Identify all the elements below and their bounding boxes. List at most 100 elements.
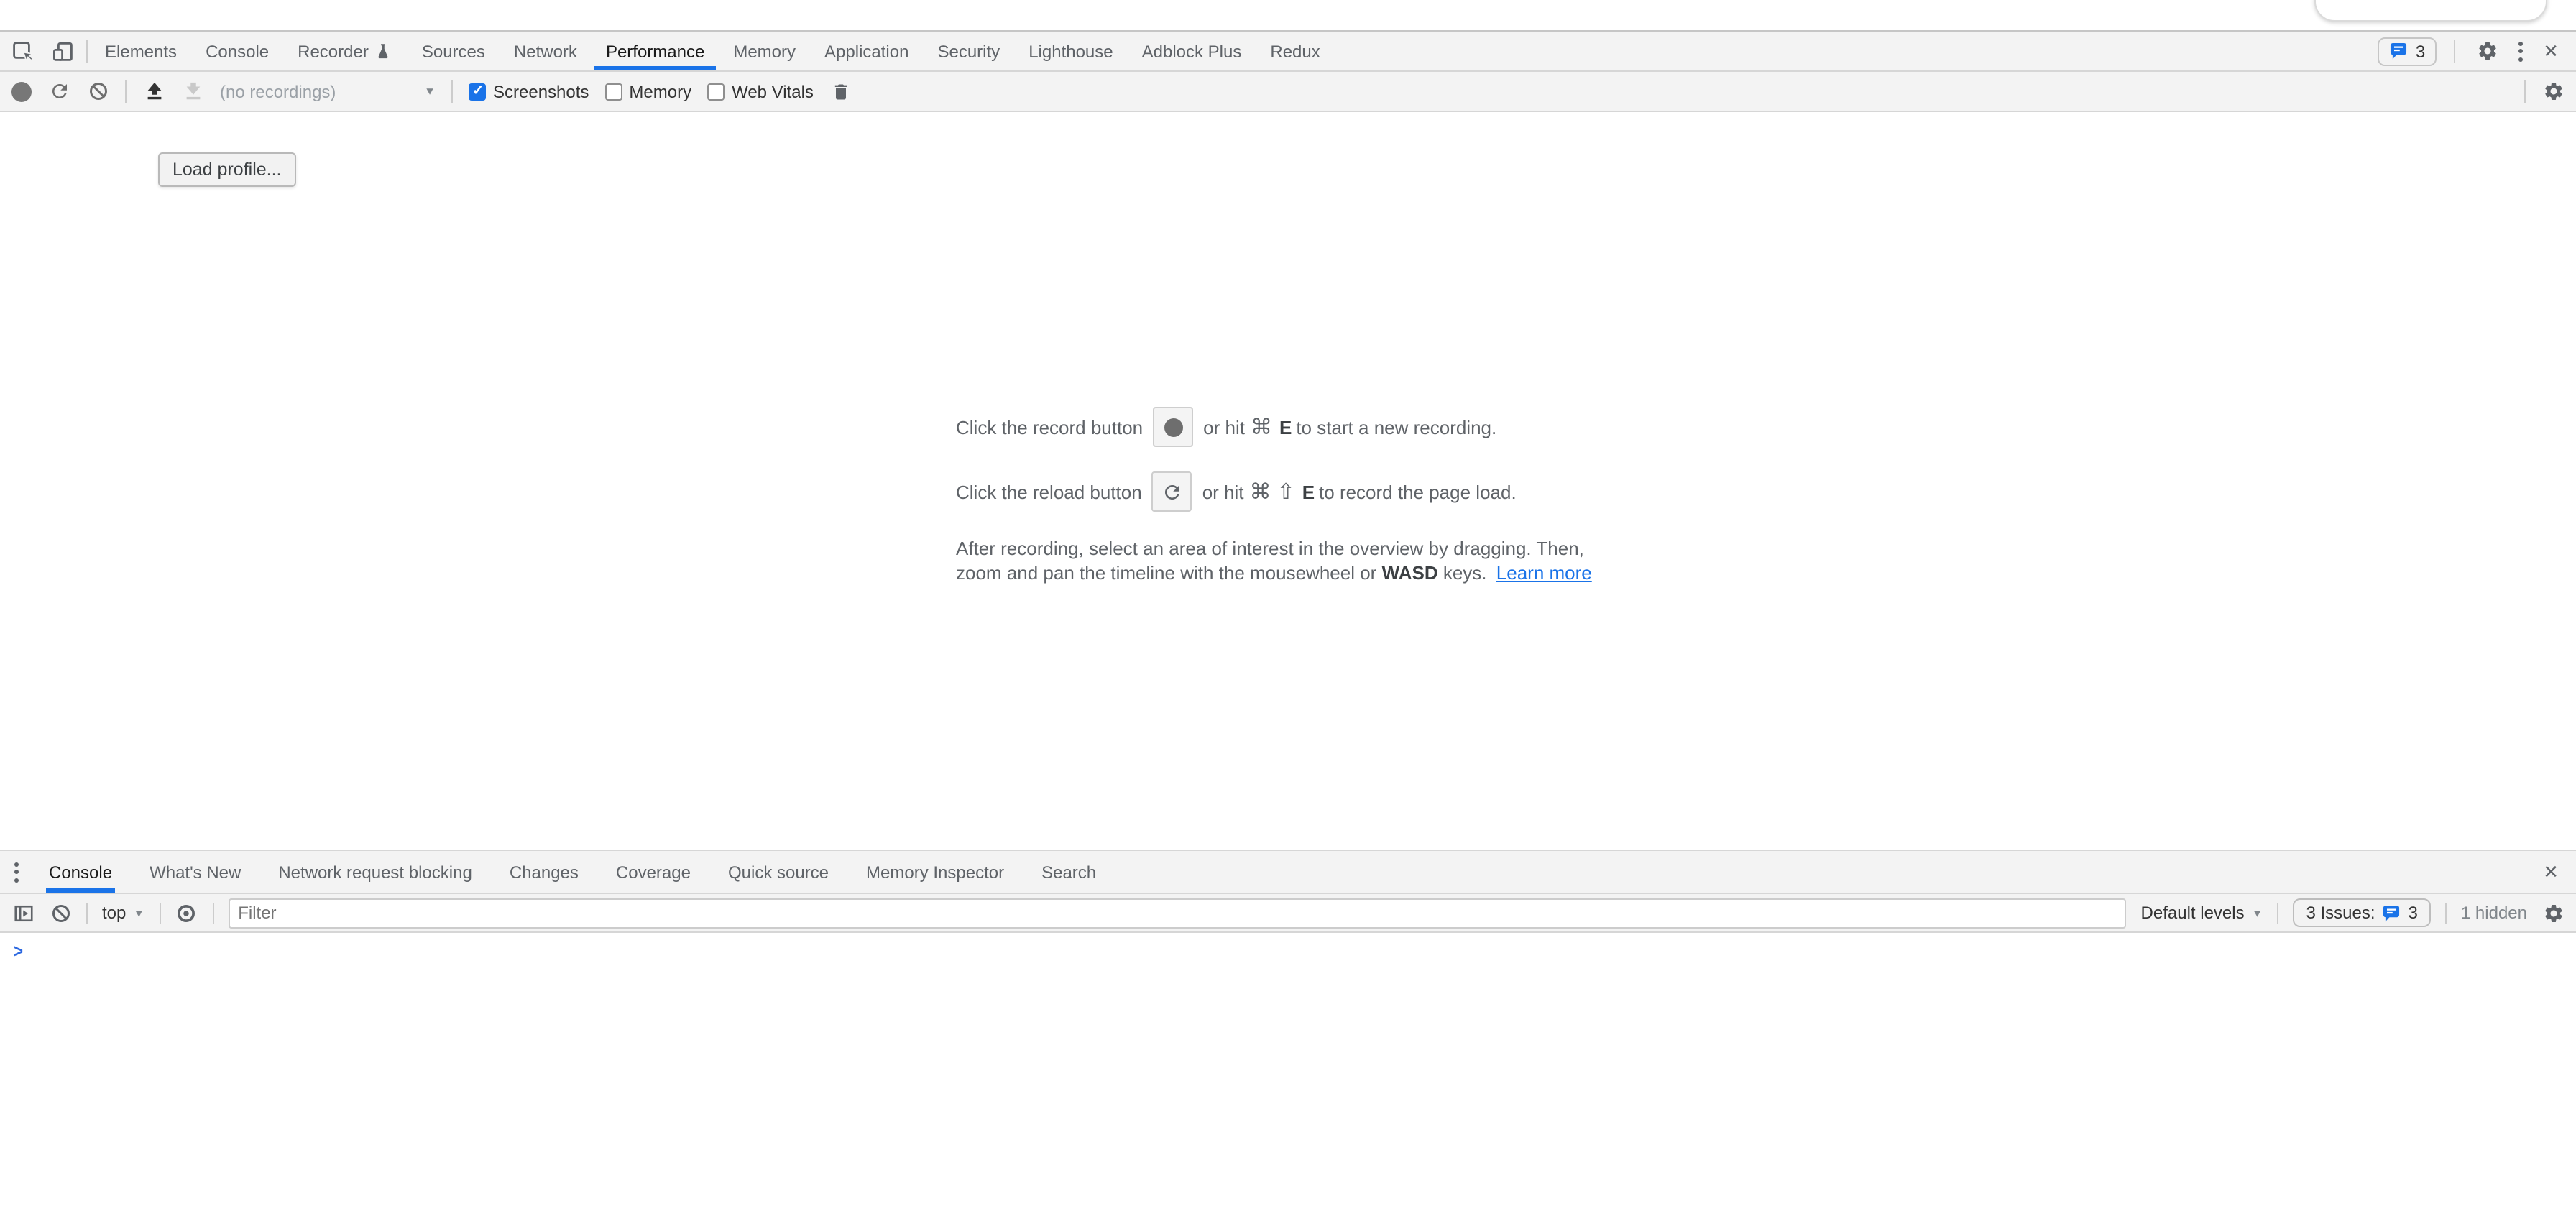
record-dot-icon — [1164, 418, 1182, 436]
console-filter-input[interactable] — [228, 898, 2126, 928]
learn-more-link[interactable]: Learn more — [1496, 562, 1592, 584]
drawer-tab-memory-inspector[interactable]: Memory Inspector — [847, 851, 1023, 893]
performance-toolbar: (no recordings) ▼ Screenshots Memory Web… — [0, 72, 2576, 112]
hidden-messages-count: 1 hidden — [2461, 903, 2527, 923]
device-toolbar-button[interactable] — [49, 37, 78, 65]
divider — [86, 40, 88, 63]
tab-label: Elements — [105, 41, 177, 61]
tab-lighthouse[interactable]: Lighthouse — [1014, 32, 1127, 70]
screenshots-checkbox[interactable] — [469, 83, 486, 100]
memory-checkbox[interactable] — [604, 83, 622, 100]
clear-recording-button[interactable] — [86, 80, 109, 103]
tab-label: Recorder — [298, 41, 369, 61]
instruction-text: to record the page load. — [1319, 481, 1517, 502]
tab-security[interactable]: Security — [923, 32, 1014, 70]
tab-label: Performance — [606, 41, 704, 61]
issues-button[interactable]: 3 Issues: 3 — [2293, 898, 2430, 927]
more-options-menu-button[interactable] — [2516, 41, 2526, 61]
record-button[interactable] — [12, 81, 32, 101]
drawer-tab-network-request-blocking[interactable]: Network request blocking — [259, 851, 490, 893]
tab-recorder[interactable]: Recorder — [283, 32, 408, 70]
live-expression-eye-button[interactable] — [175, 901, 198, 924]
close-drawer-button[interactable]: ✕ — [2540, 862, 2576, 881]
memory-checkbox-label: Memory — [629, 81, 691, 101]
drawer-tab-coverage[interactable]: Coverage — [597, 851, 709, 893]
drawer-tab-whats-new[interactable]: What's New — [131, 851, 259, 893]
tab-console[interactable]: Console — [191, 32, 283, 70]
help-text: After recording, select an area of inter… — [956, 538, 1584, 584]
tab-redux[interactable]: Redux — [1256, 32, 1334, 70]
settings-gear-button[interactable] — [2472, 37, 2501, 65]
wasd-keys-text: WASD — [1382, 562, 1438, 584]
divider — [2454, 40, 2455, 63]
drawer-tab-quick-source[interactable]: Quick source — [709, 851, 847, 893]
tab-label: Application — [824, 41, 908, 61]
tab-label: Security — [937, 41, 1000, 61]
web-vitals-checkbox-group[interactable]: Web Vitals — [707, 81, 814, 101]
tab-adblock-plus[interactable]: Adblock Plus — [1128, 32, 1256, 70]
instruction-text: Click the record button — [956, 416, 1143, 438]
inspect-element-button[interactable] — [9, 37, 37, 65]
divider — [86, 902, 88, 924]
drawer-tab-label: What's New — [150, 862, 241, 882]
issues-counter-button[interactable]: 3 — [2378, 37, 2437, 65]
recordings-dropdown[interactable]: (no recordings) ▼ — [220, 81, 436, 101]
tab-application[interactable]: Application — [810, 32, 923, 70]
drawer-tab-search[interactable]: Search — [1023, 851, 1115, 893]
e-key-symbol: E — [1302, 481, 1315, 502]
instruction-text: to start a new recording. — [1296, 416, 1496, 438]
chevron-down-icon: ▼ — [2252, 907, 2263, 919]
divider — [2445, 902, 2447, 924]
tabbar-right-controls: 3 ✕ — [2378, 32, 2576, 70]
console-settings-gear-button[interactable] — [2542, 901, 2564, 924]
drawer-tab-label: Console — [49, 862, 112, 882]
close-devtools-button[interactable]: ✕ — [2540, 42, 2562, 60]
cmd-key-symbol: ⌘ — [1250, 479, 1271, 505]
tab-label: Adblock Plus — [1142, 41, 1242, 61]
reload-icon — [1162, 481, 1183, 502]
drawer-tab-label: Search — [1041, 862, 1096, 882]
tab-network[interactable]: Network — [500, 32, 592, 70]
reload-and-record-button[interactable] — [47, 80, 70, 103]
drawer-more-tools-button[interactable] — [12, 862, 22, 882]
javascript-context-dropdown[interactable]: top ▼ — [102, 903, 144, 923]
clear-console-button[interactable] — [49, 901, 72, 924]
help-text: keys. — [1443, 562, 1487, 584]
tabbar-left-icons — [0, 32, 83, 70]
issues-count: 3 — [2409, 903, 2418, 923]
capture-settings-gear-button[interactable] — [2542, 80, 2564, 103]
console-sidebar-toggle-button[interactable] — [12, 901, 34, 924]
recordings-dropdown-value: (no recordings) — [220, 81, 336, 101]
tab-label: Sources — [422, 41, 485, 61]
divider — [212, 902, 213, 924]
chevron-down-icon: ▼ — [133, 907, 144, 919]
web-vitals-checkbox[interactable] — [707, 83, 724, 100]
performance-panel-content: Click the record button or hit ⌘ E to st… — [0, 112, 2576, 850]
load-profile-button[interactable] — [142, 80, 165, 103]
drawer-tab-changes[interactable]: Changes — [491, 851, 597, 893]
save-profile-button[interactable] — [181, 80, 204, 103]
tab-label: Network — [514, 41, 577, 61]
drawer-tab-label: Coverage — [616, 862, 691, 882]
console-messages-area[interactable]: > — [0, 933, 2576, 1206]
log-levels-dropdown[interactable]: Default levels ▼ — [2141, 903, 2263, 923]
memory-checkbox-group[interactable]: Memory — [604, 81, 691, 101]
instruction-text: or hit — [1202, 481, 1244, 502]
tab-sources[interactable]: Sources — [408, 32, 500, 70]
drawer-tab-label: Memory Inspector — [866, 862, 1004, 882]
tab-memory[interactable]: Memory — [719, 32, 810, 70]
tab-elements[interactable]: Elements — [91, 32, 191, 70]
console-prompt-chevron-icon: > — [14, 940, 23, 962]
tab-performance[interactable]: Performance — [592, 32, 719, 70]
record-button-illustration — [1153, 407, 1193, 447]
screenshots-checkbox-group[interactable]: Screenshots — [469, 81, 589, 101]
issues-bubble-icon — [2383, 903, 2401, 922]
main-tabbar: Elements Console Recorder Sources Networ… — [0, 32, 2576, 72]
divider — [451, 80, 453, 103]
garbage-collect-button[interactable] — [829, 80, 852, 103]
drawer-tab-console[interactable]: Console — [30, 851, 131, 893]
console-prompt[interactable]: > — [0, 933, 2576, 962]
tab-label: Lighthouse — [1029, 41, 1113, 61]
recording-instructions: Click the record button or hit ⌘ E to st… — [956, 407, 1620, 585]
overview-help-paragraph: After recording, select an area of inter… — [956, 536, 1606, 585]
